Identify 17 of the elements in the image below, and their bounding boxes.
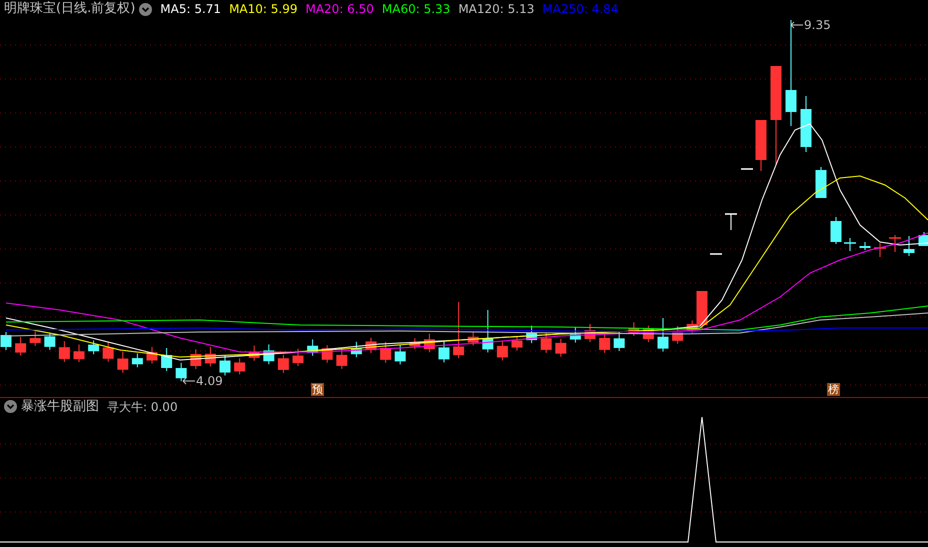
indicator-value: MA20: 6.50 — [305, 1, 374, 18]
indicator-value: MA10: 5.99 — [229, 1, 298, 18]
price-label: 9.35 — [804, 19, 831, 31]
indicator-title: 暴涨牛股副图 — [21, 398, 99, 416]
collapse-toggle-icon[interactable] — [139, 2, 152, 16]
indicator-value: MA5: 5.71 — [160, 1, 222, 18]
collapse-toggle-icon[interactable] — [4, 400, 17, 413]
indicator-value: MA120: 5.13 — [458, 1, 534, 18]
indicator-value: MA60: 5.33 — [382, 1, 450, 18]
indicator-value: 寻大牛: 0.00 — [107, 398, 178, 416]
indicator-value: MA250: 4.84 — [542, 1, 618, 18]
chart-title: 明牌珠宝(日线.前复权) — [4, 0, 136, 18]
arrow-icon — [790, 19, 804, 31]
price-label: 4.09 — [196, 375, 223, 387]
arrow-icon — [182, 375, 196, 387]
signal-marker: 榜 — [827, 383, 840, 396]
signal-marker: 预 — [311, 383, 324, 396]
